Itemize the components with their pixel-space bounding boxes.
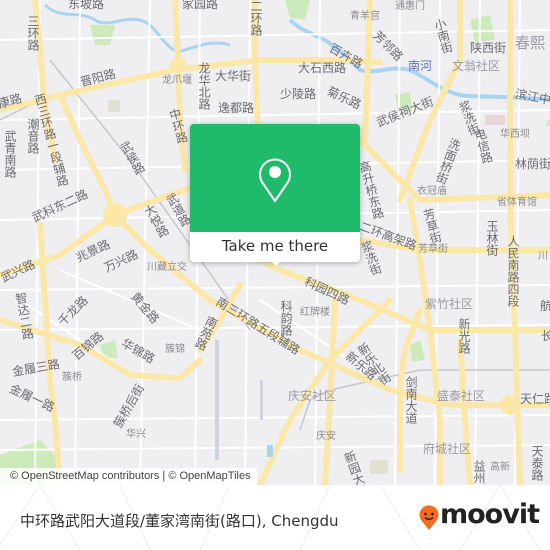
place-label: 芳草街 xyxy=(418,244,448,255)
place-label: 龙爪堰 xyxy=(162,75,192,86)
map-pin-icon xyxy=(259,158,291,202)
road-label: 航 xyxy=(540,299,550,313)
road-label: 家园路 xyxy=(182,0,219,11)
river xyxy=(43,3,186,53)
moovit-wordmark: moovit xyxy=(440,499,540,530)
road-label: 三环路 xyxy=(26,15,40,51)
park-area xyxy=(470,15,495,42)
area-label: 文翁社区 xyxy=(452,59,501,73)
area-label: 春熙 xyxy=(515,34,546,52)
area-label: 庆安社区 xyxy=(288,389,337,403)
moovit-pin-icon xyxy=(419,505,439,530)
road-label: 大石西路 xyxy=(298,61,347,75)
area-label: 紫竹社区 xyxy=(425,297,474,311)
place-label: 省体育馆 xyxy=(497,197,537,208)
water-label: 南河 xyxy=(408,59,433,73)
road-label: 龙华北路 xyxy=(197,62,211,110)
road-label: 武青南路 xyxy=(3,130,17,178)
place-label: 川 xyxy=(538,251,548,262)
place-label: 川藏立交 xyxy=(147,262,187,273)
park-area xyxy=(285,0,310,20)
place-label: 通惠门 xyxy=(395,1,425,12)
road-label: 陕西街 xyxy=(470,41,507,55)
road-label: 二环路 xyxy=(249,0,263,36)
road-label: 长 xyxy=(541,329,550,343)
road-label: 科韵路 xyxy=(279,300,293,336)
road-label: 益州 xyxy=(472,460,486,484)
road-label: 玉林街 xyxy=(485,220,499,256)
road-label: 人民南路四段 xyxy=(506,235,520,307)
place-label: 华兴 xyxy=(126,429,146,440)
airport-runway xyxy=(215,340,219,460)
place-label: 簇锦 xyxy=(165,344,185,355)
road-label: 新光路 xyxy=(457,318,471,354)
popup-header xyxy=(190,124,360,232)
road-label: 天泰路 xyxy=(530,445,544,481)
location-title: 中环路武阳大道段/董家湾南街(路口), Chengdu xyxy=(20,512,339,530)
place-label: 庆安 xyxy=(316,431,336,442)
road-label: 剑南大道 xyxy=(404,376,418,424)
road-label: 林荫街 xyxy=(515,157,550,171)
map-attribution[interactable]: © OpenStreetMap contributors | © OpenMap… xyxy=(0,468,257,485)
place-label: 红牌楼 xyxy=(300,307,330,318)
area-label: 府城社区 xyxy=(423,442,472,456)
place-label: 华西坝 xyxy=(500,129,530,140)
place-label: 青羊宫 xyxy=(350,11,380,22)
place-label: 衣冠庙 xyxy=(417,186,447,197)
road-label: 潮音路 xyxy=(26,118,40,154)
park-area xyxy=(90,25,115,45)
place-label: 高新 xyxy=(490,462,510,473)
place-label: 簇桥 xyxy=(62,372,82,383)
popup-pointer xyxy=(268,258,284,266)
road-label: 大华街 xyxy=(215,69,252,83)
park-area xyxy=(410,340,425,362)
area-label: 盛泰社区 xyxy=(437,389,486,403)
road-label: 天仁路 xyxy=(520,392,550,406)
destination-popup: Take me there xyxy=(190,124,360,266)
road-label: 少陵路 xyxy=(280,87,317,101)
road-label: 东坡路 xyxy=(68,0,105,11)
road-label: 逸都路 xyxy=(218,101,255,115)
